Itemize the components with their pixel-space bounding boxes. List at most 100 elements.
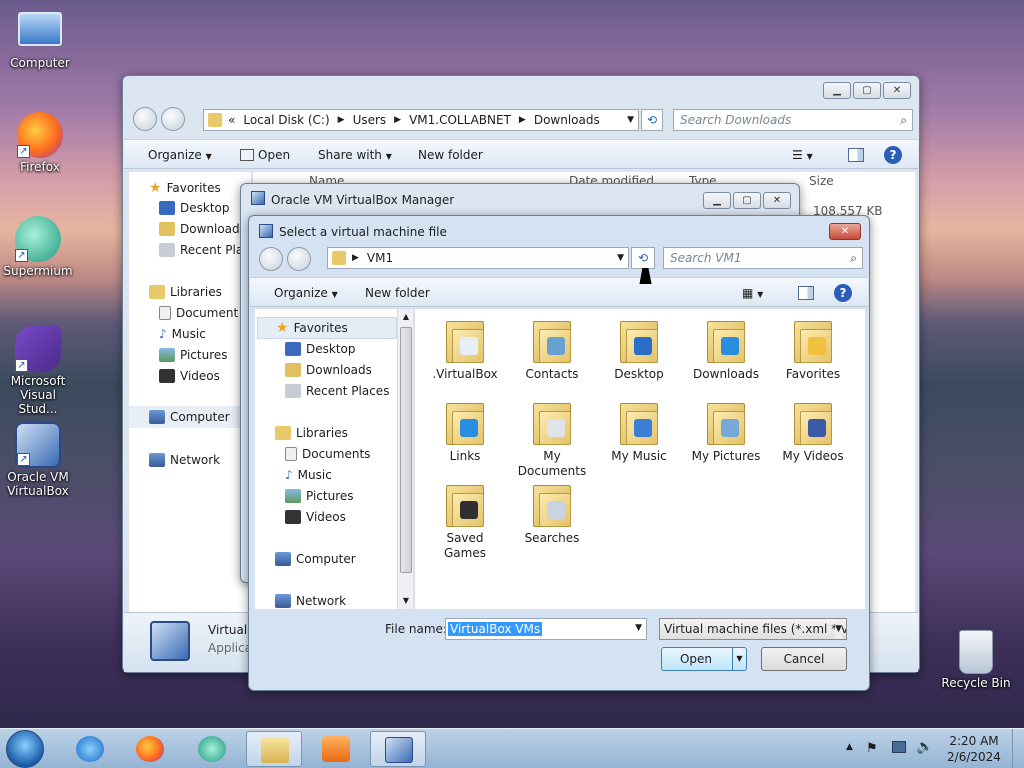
folder-item[interactable]: Searches	[512, 481, 592, 546]
help-icon[interactable]: ?	[884, 146, 902, 164]
explorer-forward-button[interactable]	[161, 107, 185, 134]
breadcrumb-overflow[interactable]: «	[228, 113, 235, 127]
explorer-back-button[interactable]	[133, 107, 157, 134]
preview-pane-icon[interactable]	[798, 286, 814, 300]
scroll-up-icon[interactable]: ▲	[398, 309, 414, 325]
file-type-select[interactable]: Virtual machine files (*.xml *.vb ▼	[659, 618, 847, 640]
volume-muted-icon[interactable]: 🔈	[916, 739, 933, 755]
dialog-address-bar[interactable]: ▶ VM1 ▼	[327, 247, 629, 269]
show-hidden-icons-button[interactable]: ▲	[846, 742, 853, 752]
nav-scrollbar[interactable]: ▲ ▼	[397, 309, 413, 609]
view-options-icon[interactable]: ☰ ▼	[792, 148, 813, 162]
nav-desktop[interactable]: Desktop	[159, 201, 230, 215]
desktop-icon-recycle-bin[interactable]: Recycle Bin	[936, 630, 1016, 690]
open-split-dropdown-icon[interactable]: ▼	[732, 648, 746, 670]
folder-item[interactable]: .VirtualBox	[425, 317, 505, 382]
dialog-nav-recent-places[interactable]: Recent Places	[285, 384, 389, 398]
new-folder-button[interactable]: New folder	[418, 148, 483, 162]
preview-pane-icon[interactable]	[848, 148, 864, 162]
taskbar-supermium[interactable]	[184, 731, 240, 767]
dialog-organize-button[interactable]: Organize ▼	[274, 286, 338, 300]
taskbar-virtualbox[interactable]	[370, 731, 426, 767]
column-size[interactable]: Size	[809, 174, 834, 188]
file-type-dropdown-icon[interactable]: ▼	[835, 619, 842, 639]
file-name-dropdown-icon[interactable]: ▼	[635, 623, 642, 633]
dialog-nav-videos[interactable]: Videos	[285, 510, 346, 524]
minimize-button[interactable]: ▁	[703, 192, 731, 209]
dialog-nav-libraries[interactable]: Libraries	[275, 426, 348, 440]
share-with-button[interactable]: Share with ▼	[318, 148, 392, 162]
folder-item[interactable]: Links	[425, 399, 505, 464]
scroll-thumb[interactable]	[400, 327, 412, 573]
dialog-nav-network[interactable]: Network	[275, 594, 346, 608]
address-dropdown-icon[interactable]: ▼	[617, 253, 624, 263]
nav-libraries[interactable]: Libraries	[149, 285, 222, 299]
breadcrumb-users[interactable]: Users	[353, 113, 387, 127]
maximize-button[interactable]: ▢	[733, 192, 761, 209]
maximize-button[interactable]: ▢	[853, 82, 881, 99]
explorer-search-input[interactable]: Search Downloads ⌕	[673, 109, 913, 131]
desktop-icon-firefox[interactable]: ↗ Firefox	[2, 112, 78, 174]
breadcrumb-separator-icon[interactable]: ▶	[394, 115, 401, 125]
dialog-nav-favorites[interactable]: ★ Favorites	[257, 317, 397, 339]
refresh-icon[interactable]: ⟲	[631, 247, 655, 269]
change-view-icon[interactable]: ▦ ▼	[742, 286, 763, 300]
breadcrumb-local-disk[interactable]: Local Disk (C:)	[243, 113, 329, 127]
desktop-icon-visual-studio[interactable]: ↗ Microsoft Visual Stud...	[0, 326, 76, 416]
breadcrumb-user-folder[interactable]: VM1.COLLABNET	[409, 113, 511, 127]
scroll-down-icon[interactable]: ▼	[398, 593, 414, 609]
breadcrumb-separator-icon[interactable]: ▶	[338, 115, 345, 125]
folder-item[interactable]: My Music	[599, 399, 679, 464]
organize-button[interactable]: Organize ▼	[148, 148, 212, 162]
folder-item[interactable]: My Pictures	[686, 399, 766, 464]
breadcrumb-separator-icon[interactable]: ▶	[519, 115, 526, 125]
breadcrumb-vm1[interactable]: VM1	[367, 251, 393, 265]
nav-documents[interactable]: Document	[159, 306, 238, 320]
file-name-input[interactable]: VirtualBox VMs ▼	[445, 618, 647, 640]
folder-item[interactable]: My Documents	[512, 399, 592, 479]
nav-music[interactable]: ♪ Music	[159, 327, 206, 341]
folder-item[interactable]: My Videos	[773, 399, 853, 464]
breadcrumb-separator-icon[interactable]: ▶	[352, 253, 359, 263]
dialog-back-button[interactable]	[259, 247, 283, 274]
select-vm-file-dialog[interactable]: Select a virtual machine file ✕ ▶ VM1 ▼ …	[248, 215, 870, 691]
taskbar-media-player[interactable]	[308, 731, 364, 767]
dialog-new-folder-button[interactable]: New folder	[365, 286, 430, 300]
explorer-address-bar[interactable]: « Local Disk (C:) ▶ Users ▶ VM1.COLLABNE…	[203, 109, 639, 131]
nav-videos[interactable]: Videos	[159, 369, 220, 383]
dialog-nav-desktop[interactable]: Desktop	[285, 342, 356, 356]
desktop-icon-computer[interactable]: Computer	[2, 10, 78, 70]
dialog-nav-pictures[interactable]: Pictures	[285, 489, 354, 503]
cancel-button[interactable]: Cancel	[761, 647, 847, 671]
dialog-nav-music[interactable]: ♪ Music	[285, 468, 332, 482]
folder-item[interactable]: Downloads	[686, 317, 766, 382]
nav-favorites[interactable]: ★ Favorites	[149, 180, 221, 196]
folder-item[interactable]: Contacts	[512, 317, 592, 382]
dialog-nav-documents[interactable]: Documents	[285, 447, 370, 461]
folder-item[interactable]: Desktop	[599, 317, 679, 382]
start-button[interactable]	[6, 730, 44, 768]
desktop-icon-virtualbox[interactable]: ↗ Oracle VM VirtualBox	[0, 422, 76, 498]
show-desktop-button[interactable]	[1012, 729, 1024, 768]
address-dropdown-icon[interactable]: ▼	[627, 115, 634, 125]
nav-downloads[interactable]: Downloads	[159, 222, 246, 236]
refresh-icon[interactable]: ⟲	[641, 109, 663, 131]
open-button[interactable]: Open ▼	[661, 647, 747, 671]
dialog-forward-button[interactable]	[287, 247, 311, 274]
action-center-flag-icon[interactable]: ⚑	[866, 741, 878, 756]
clock[interactable]: 2:20 AM 2/6/2024	[944, 733, 1004, 765]
taskbar-internet-explorer[interactable]	[62, 731, 118, 767]
minimize-button[interactable]: ▁	[823, 82, 851, 99]
nav-network[interactable]: Network	[149, 453, 220, 467]
breadcrumb-downloads[interactable]: Downloads	[534, 113, 600, 127]
close-button[interactable]: ✕	[883, 82, 911, 99]
nav-recent-places[interactable]: Recent Plac	[159, 243, 250, 257]
nav-pictures[interactable]: Pictures	[159, 348, 228, 362]
network-tray-icon[interactable]	[892, 741, 906, 753]
nav-computer[interactable]: Computer	[129, 406, 251, 428]
close-button[interactable]: ✕	[763, 192, 791, 209]
dialog-close-button[interactable]: ✕	[829, 223, 861, 240]
dialog-search-input[interactable]: Search VM1 ⌕	[663, 247, 863, 269]
help-icon[interactable]: ?	[834, 284, 852, 302]
taskbar-file-explorer[interactable]	[246, 731, 302, 767]
